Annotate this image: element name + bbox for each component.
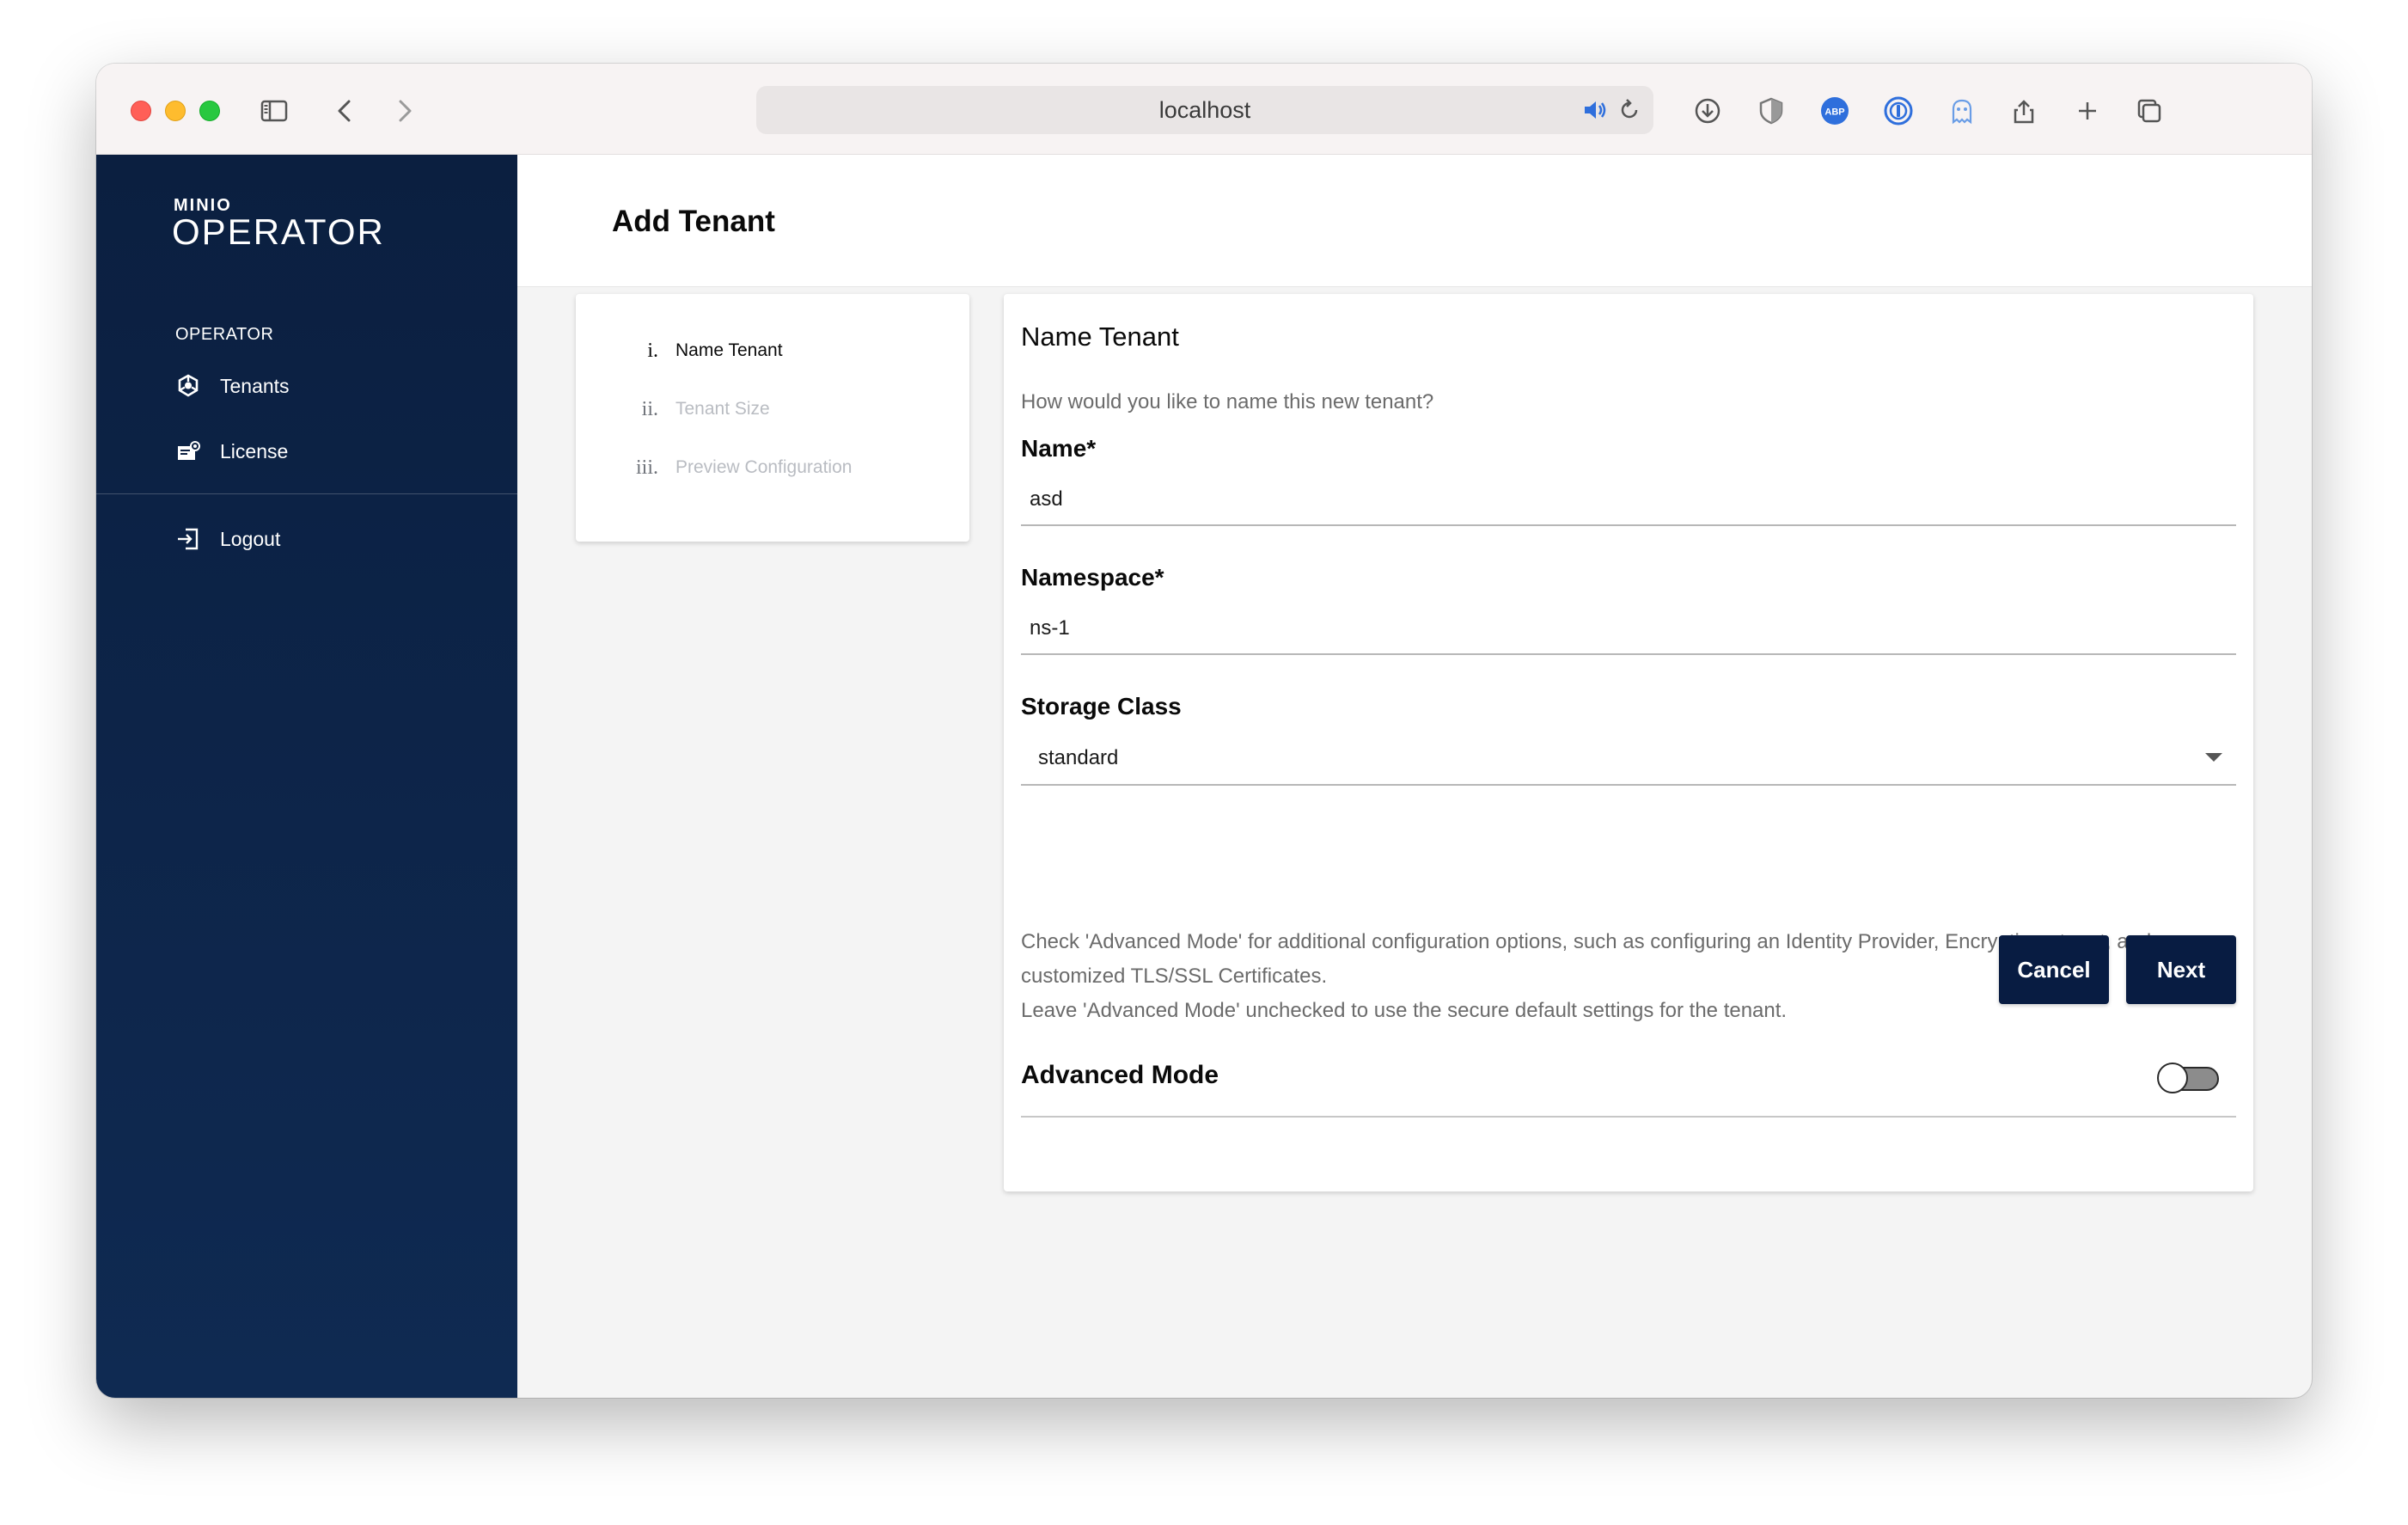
page-header: Add Tenant	[517, 155, 2312, 287]
logout-icon	[175, 526, 201, 552]
share-icon[interactable]	[2004, 91, 2044, 131]
advanced-mode-toggle[interactable]	[2157, 1063, 2219, 1093]
sidebar-item-label: Logout	[220, 527, 281, 550]
form-divider	[1021, 1116, 2236, 1118]
step-label: Name Tenant	[675, 340, 783, 360]
ghost-icon[interactable]	[1942, 91, 1982, 131]
sidebar-item-label: License	[220, 439, 289, 462]
address-bar[interactable]: localhost	[756, 86, 1653, 134]
minimize-window-button[interactable]	[165, 101, 186, 121]
step-number: ii.	[641, 397, 658, 420]
toggle-knob	[2157, 1063, 2188, 1093]
download-icon[interactable]	[1688, 91, 1727, 131]
close-window-button[interactable]	[131, 101, 151, 121]
sidebar: MINIO OPERATOR OPERATOR Tenants License …	[96, 155, 517, 1398]
speaker-icon[interactable]	[1580, 95, 1610, 126]
tab-overview-icon[interactable]	[2130, 91, 2169, 131]
storage-class-value: standard	[1038, 746, 1119, 769]
step-number: i.	[647, 339, 658, 362]
sidebar-item-license[interactable]: License	[175, 430, 288, 473]
step-label: Tenant Size	[675, 399, 770, 419]
browser-toolbar: localhost ABP	[96, 64, 2312, 155]
wizard-steps: i. Name Tenant ii. Tenant Size iii. Prev…	[576, 294, 969, 542]
cancel-button[interactable]: Cancel	[1999, 935, 2109, 1004]
page-title: Add Tenant	[612, 205, 775, 238]
password-manager-icon[interactable]	[1879, 91, 1918, 131]
svg-text:ABP: ABP	[1824, 107, 1844, 118]
sidebar-divider	[96, 493, 517, 494]
zoom-window-button[interactable]	[199, 101, 220, 121]
name-input[interactable]	[1021, 475, 2236, 526]
reload-icon[interactable]	[1614, 95, 1645, 126]
license-icon	[175, 438, 201, 464]
namespace-label: Namespace*	[1021, 564, 1164, 591]
form-subtitle: How would you like to name this new tena…	[1021, 390, 1434, 413]
wizard-step-preview-configuration[interactable]: iii. Preview Configuration	[576, 450, 969, 485]
wizard-step-tenant-size[interactable]: ii. Tenant Size	[576, 392, 969, 426]
name-label: Name*	[1021, 435, 1097, 462]
namespace-input[interactable]	[1021, 603, 2236, 655]
forward-icon[interactable]	[385, 91, 425, 131]
back-icon[interactable]	[325, 91, 364, 131]
browser-window: localhost ABP MINIO OPERATOR OPERATOR Te…	[96, 64, 2312, 1398]
name-tenant-form: Name Tenant How would you like to name t…	[1004, 294, 2253, 1191]
step-label: Preview Configuration	[675, 457, 853, 477]
sidebar-item-label: Tenants	[220, 374, 290, 397]
sidebar-section-title: OPERATOR	[175, 325, 274, 344]
sidebar-item-tenants[interactable]: Tenants	[175, 364, 290, 407]
sidebar-item-logout[interactable]: Logout	[175, 518, 280, 560]
wizard-step-name-tenant[interactable]: i. Name Tenant	[576, 334, 969, 368]
tenants-icon	[175, 373, 201, 399]
sidebar-toggle-icon[interactable]	[254, 91, 294, 131]
step-number: iii.	[635, 456, 658, 479]
advanced-mode-label: Advanced Mode	[1021, 1061, 1219, 1089]
adblock-icon[interactable]: ABP	[1815, 91, 1855, 131]
next-button[interactable]: Next	[2126, 935, 2236, 1004]
storage-class-label: Storage Class	[1021, 693, 1182, 720]
shield-icon[interactable]	[1751, 91, 1791, 131]
form-title: Name Tenant	[1021, 322, 1179, 352]
new-tab-icon[interactable]	[2068, 91, 2107, 131]
chevron-down-icon	[2205, 753, 2222, 762]
storage-class-select[interactable]: standard	[1021, 727, 2236, 786]
logo-product: OPERATOR	[172, 211, 385, 252]
address-text: localhost	[1158, 96, 1251, 123]
